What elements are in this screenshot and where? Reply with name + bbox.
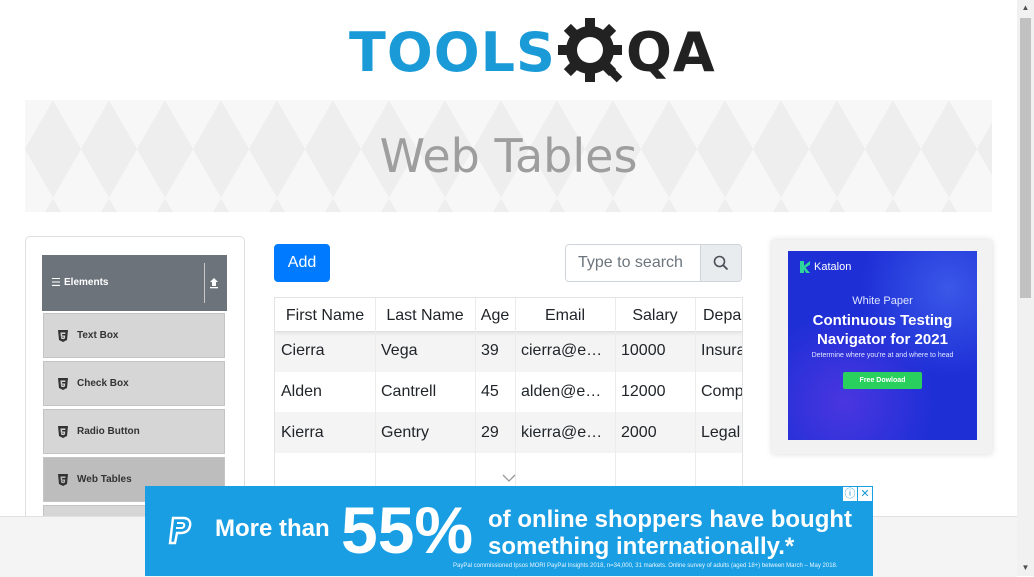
scrollbar-thumb[interactable]	[1020, 18, 1031, 298]
chevron-down-icon	[502, 474, 516, 482]
web-table: First Name Last Name Age Email Salary De…	[274, 297, 743, 517]
cell-salary: 12000	[621, 383, 666, 400]
cell-age: 39	[481, 342, 499, 359]
ad-subtitle: Determine where you're at and where to h…	[811, 352, 954, 359]
search-input[interactable]	[566, 245, 702, 281]
logo-tools-text: TOOLS	[349, 20, 556, 84]
katalon-ad-creative[interactable]: Katalon White Paper Continuous Testing N…	[788, 251, 977, 440]
ad-title-line2: Navigator for 2021	[817, 331, 948, 348]
cell-email: cierra@example.com	[521, 342, 609, 359]
cell-first-name: Cierra	[281, 342, 325, 359]
sidebar-item-radio-button[interactable]: Radio Button	[43, 409, 225, 454]
katalon-k-icon	[800, 261, 810, 273]
ad-title-line1: Continuous Testing	[812, 312, 953, 329]
scroll-down-arrow-icon[interactable]: ▼	[1017, 560, 1034, 576]
column-divider	[515, 298, 516, 516]
page-header-banner: Web Tables	[25, 100, 992, 212]
column-header-first-name[interactable]: First Name	[275, 306, 375, 326]
sidebar-item-label: Web Tables	[77, 474, 132, 485]
ad-fine-print: PayPal commissioned Ipsos MORI PayPal In…	[453, 563, 838, 569]
cell-email: kierra@example.com	[521, 424, 609, 441]
page-scrollbar[interactable]: ▲ ▼	[1017, 0, 1034, 576]
html5-icon	[58, 474, 68, 486]
gear-magnifier-icon	[557, 18, 623, 83]
column-header-last-name[interactable]: Last Name	[375, 306, 475, 326]
adchoices-icon[interactable]: ⓘ	[843, 487, 857, 501]
column-header-department[interactable]: Department	[703, 306, 742, 326]
katalon-ad[interactable]: Katalon White Paper Continuous Testing N…	[772, 240, 992, 454]
cell-last-name: Gentry	[381, 424, 430, 441]
sidebar-item-check-box[interactable]: Check Box	[43, 361, 225, 406]
cell-age: 29	[481, 424, 499, 441]
cell-age: 45	[481, 383, 499, 400]
column-header-age[interactable]: Age	[475, 306, 515, 326]
page-title: Web Tables	[379, 129, 638, 183]
sidebar-item-text-box[interactable]: Text Box	[43, 313, 225, 358]
column-header-email[interactable]: Email	[515, 306, 615, 326]
cell-department: Insurance	[701, 342, 742, 359]
cell-department: Legal	[701, 424, 741, 441]
ad-kicker: White Paper	[852, 295, 913, 307]
column-divider	[615, 298, 616, 516]
table-header: First Name Last Name Age Email Salary De…	[275, 298, 742, 332]
cell-salary: 10000	[621, 342, 666, 359]
ad-controls: ⓘ ✕	[843, 487, 872, 501]
cell-department: Compliance	[701, 383, 743, 400]
sidebar-group-elements[interactable]: ☰ Elements	[42, 255, 227, 311]
sidebar-item-label: Check Box	[77, 378, 129, 389]
search-button[interactable]	[700, 245, 741, 281]
add-button[interactable]: Add	[274, 244, 330, 282]
column-divider	[375, 298, 376, 516]
logo-qa-text: QA	[625, 20, 716, 84]
sidebar-item-label: Radio Button	[77, 426, 140, 437]
paypal-logo-icon	[168, 516, 192, 545]
ad-percent: 55%	[341, 493, 474, 567]
ad-lead: More than	[215, 515, 330, 542]
column-divider	[695, 298, 696, 516]
cell-last-name: Vega	[381, 342, 418, 359]
collapse-arrow-icon[interactable]	[209, 277, 219, 289]
html5-icon	[58, 378, 68, 390]
column-divider	[475, 298, 476, 516]
free-download-button[interactable]: Free Dowload	[843, 372, 922, 389]
sidebar-group-label: Elements	[64, 277, 109, 288]
ad-line2: something internationally.*	[488, 533, 795, 560]
search-icon	[713, 255, 729, 271]
column-header-salary[interactable]: Salary	[615, 306, 695, 326]
cell-first-name: Kierra	[281, 424, 324, 441]
menu-icon: ☰	[51, 277, 61, 289]
html5-icon	[58, 426, 68, 438]
search-box	[565, 244, 742, 282]
cell-salary: 2000	[621, 424, 657, 441]
sidebar-item-label: Text Box	[77, 330, 119, 341]
cell-email: alden@example.com	[521, 383, 609, 400]
close-icon[interactable]: ✕	[858, 487, 872, 501]
cell-first-name: Alden	[281, 383, 322, 400]
ad-title: Continuous Testing Navigator for 2021	[788, 311, 977, 349]
paypal-ad[interactable]: ⓘ ✕ More than 55% of online shoppers hav…	[145, 486, 873, 576]
toolsqa-logo[interactable]: TOOLS QA	[349, 14, 716, 90]
katalon-logo: Katalon	[800, 261, 851, 273]
html5-icon	[58, 330, 68, 342]
scroll-up-arrow-icon[interactable]: ▲	[1017, 0, 1034, 16]
cell-last-name: Cantrell	[381, 383, 437, 400]
katalon-brand: Katalon	[814, 261, 852, 273]
ad-line1: of online shoppers have bought	[488, 506, 853, 533]
group-header-divider	[204, 263, 205, 303]
